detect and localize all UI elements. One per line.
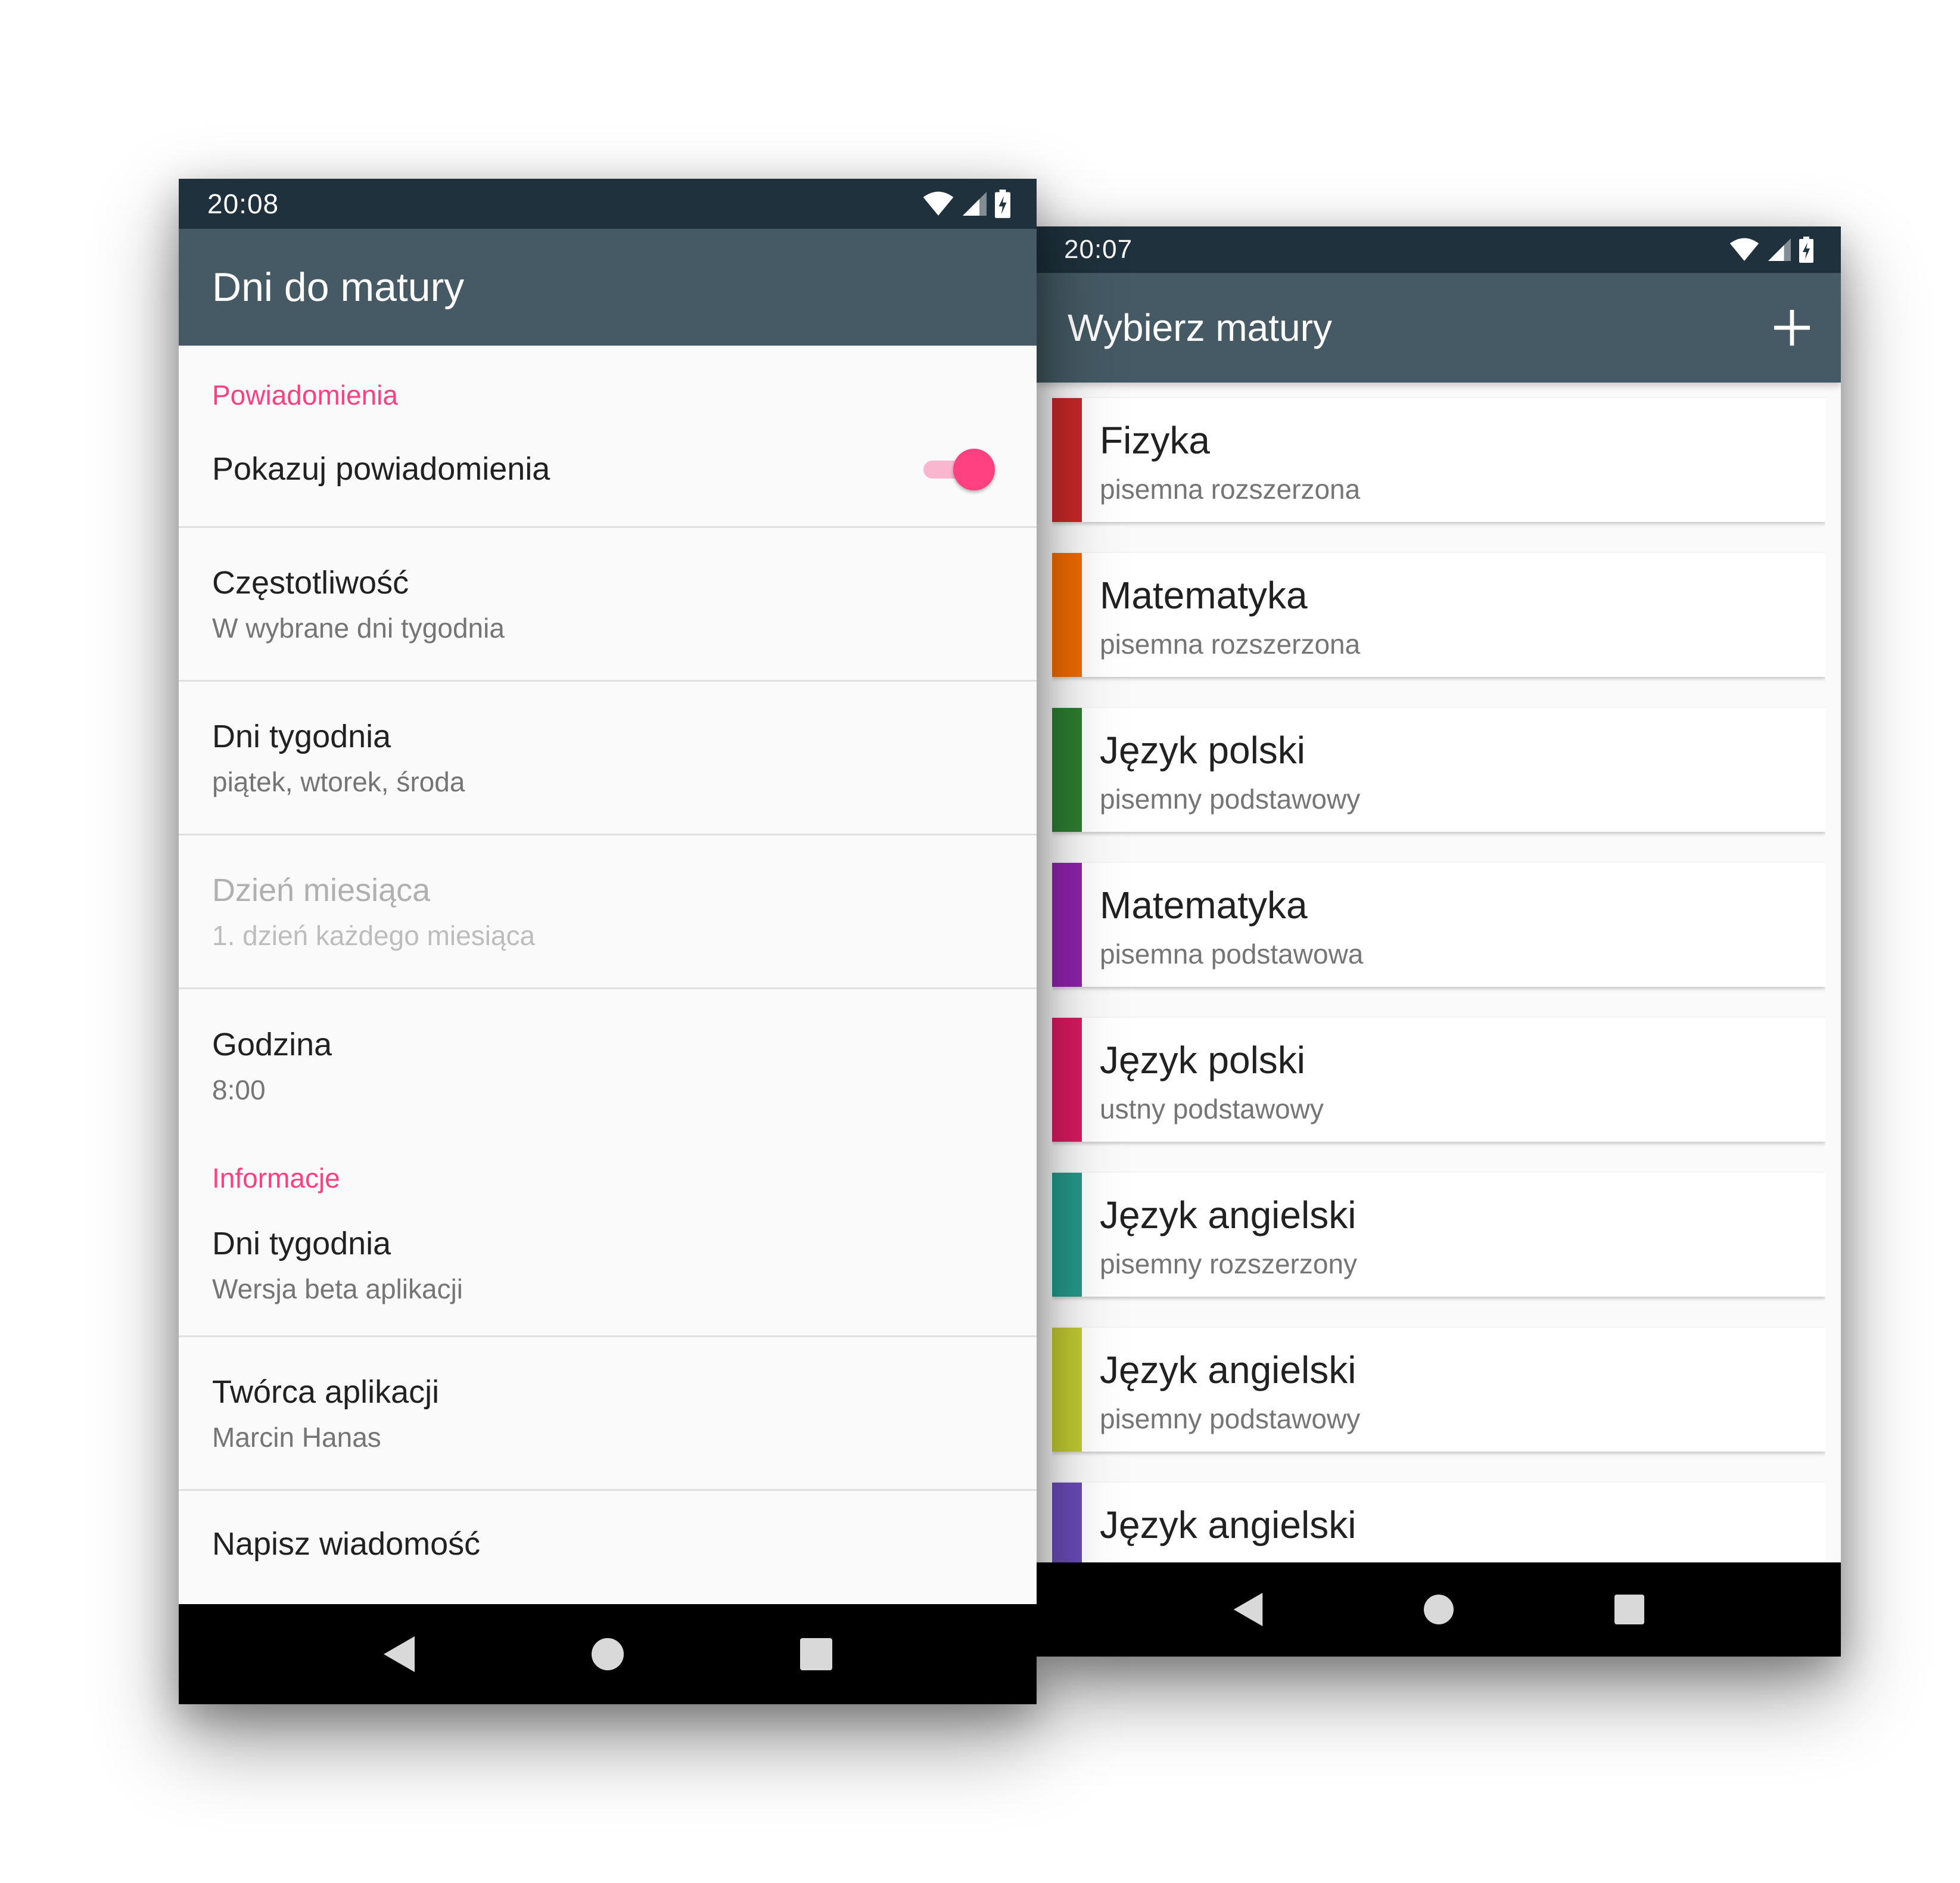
cell-signal-icon [963,192,987,216]
app-title: Dni do matury [212,265,465,310]
pref-author[interactable]: Twórca aplikacji Marcin Hanas [179,1337,1037,1491]
exam-card[interactable]: Matematyka pisemna rozszerzona [1052,553,1825,677]
section-header-notifications: Powiadomienia [212,380,398,411]
exam-name: Język angielski [1100,1503,1357,1546]
recents-button[interactable] [1609,1589,1650,1630]
plus-icon [1774,310,1810,346]
exam-card[interactable]: Język polski ustny podstawowy [1052,1018,1825,1142]
exam-card[interactable]: Matematyka pisemna podstawowa [1052,863,1825,987]
exam-card[interactable]: Język angielski pisemny podstawowy [1052,1328,1825,1452]
home-button[interactable] [587,1633,629,1675]
pref-hour[interactable]: Godzina 8:00 [179,989,1037,1143]
pref-frequency[interactable]: Częstotliwość W wybrane dni tygodnia [179,528,1037,682]
status-time: 20:08 [207,188,279,219]
status-icons [922,189,1010,218]
app-bar: Dni do matury [179,229,1037,346]
notifications-toggle[interactable] [923,445,995,493]
settings-list[interactable]: Powiadomienia Pokazuj powiadomienia Częs… [179,346,1037,1604]
recents-icon [800,1638,832,1670]
home-icon [592,1638,624,1670]
exam-name: Matematyka [1100,574,1308,617]
exam-color-stripe [1052,398,1082,522]
pref-title: Napisz wiadomość [212,1526,481,1562]
recents-icon [1614,1595,1644,1624]
exam-type: pisemna podstawowa [1100,939,1364,970]
pref-title: Godzina [212,1027,332,1062]
pref-weekdays[interactable]: Dni tygodnia piątek, wtorek, środa [179,682,1037,835]
pref-day-of-month: Dzień miesiąca 1. dzień każdego miesiąca [179,835,1037,989]
status-time: 20:07 [1064,235,1133,264]
pref-title: Częstotliwość [212,564,409,601]
recents-button[interactable] [795,1633,837,1675]
battery-charging-icon [995,189,1010,218]
exam-type: pisemny podstawowy [1100,1403,1361,1434]
exam-type: pisemna rozszerzona [1100,629,1361,660]
navigation-bar [1037,1562,1841,1657]
exam-name: Fizyka [1100,419,1210,462]
exam-card[interactable]: Język angielski pisemny rozszerzony [1052,1173,1825,1297]
exam-type: pisemna rozszerzona [1100,474,1361,505]
pref-summary: 1. dzień każdego miesiąca [212,919,536,951]
battery-charging-icon [1799,237,1813,263]
app-title: Wybierz matury [1068,306,1332,349]
exam-name: Język polski [1100,729,1305,772]
exam-name: Język angielski [1100,1348,1357,1391]
settings-screen: 20:08 Dni do matury Powiadomienia Pokazu… [179,179,1037,1704]
exam-type: ustny podstawowy [1100,1093,1324,1124]
home-icon [1424,1595,1454,1624]
exam-card[interactable]: Język polski pisemny podstawowy [1052,708,1825,832]
app-bar: Wybierz matury [1037,273,1841,383]
exam-color-stripe [1052,1483,1082,1562]
back-icon [1233,1593,1263,1626]
exam-color-stripe [1052,708,1082,832]
pref-title: Twórca aplikacji [212,1374,440,1410]
back-button[interactable] [1227,1589,1269,1630]
exam-picker-screen: 20:07 Wybierz matury Fizyka pisemna rozsz… [1037,226,1841,1657]
exam-name: Język polski [1100,1039,1305,1082]
add-exam-button[interactable] [1768,304,1816,352]
exam-color-stripe [1052,1328,1082,1452]
exam-color-stripe [1052,1018,1082,1142]
status-bar: 20:07 [1037,226,1841,273]
exam-color-stripe [1052,553,1082,677]
wifi-icon [1729,238,1759,261]
navigation-bar [179,1604,1037,1704]
exam-type: pisemny rozszerzony [1100,1248,1358,1279]
cell-signal-icon [1768,238,1791,261]
pref-summary: Wersja beta aplikacji [212,1273,463,1304]
pref-title: Pokazuj powiadomienia [212,450,550,487]
pref-summary: W wybrane dni tygodnia [212,612,505,644]
wifi-icon [923,191,954,216]
pref-title: Dzień miesiąca [212,872,431,908]
pref-title: Dni tygodnia [212,718,391,754]
pref-version[interactable]: Dni tygodnia Wersja beta aplikacji [179,1194,1037,1337]
status-icons [1729,236,1813,263]
pref-summary: Marcin Hanas [212,1421,381,1453]
pref-summary: 8:00 [212,1074,266,1105]
exam-name: Matematyka [1100,884,1308,927]
exam-list[interactable]: Fizyka pisemna rozszerzona Matematyka pisem… [1052,383,1825,1562]
pref-send-message[interactable]: Napisz wiadomość [179,1491,1037,1604]
back-button[interactable] [378,1633,420,1675]
pref-title: Dni tygodnia [212,1225,391,1261]
back-icon [384,1636,415,1672]
exam-type: pisemny podstawowy [1100,784,1361,815]
switch-thumb [953,448,995,490]
exam-card[interactable]: Fizyka pisemna rozszerzona [1052,398,1825,522]
exam-card[interactable]: Język angielski [1052,1483,1825,1562]
exam-color-stripe [1052,1173,1082,1297]
home-button[interactable] [1418,1589,1460,1630]
status-bar: 20:08 [179,179,1037,229]
pref-show-notifications[interactable]: Pokazuj powiadomienia [179,411,1037,528]
exam-name: Język angielski [1100,1194,1357,1236]
pref-summary: piątek, wtorek, środa [212,766,465,797]
section-header-info: Informacje [212,1163,340,1194]
exam-color-stripe [1052,863,1082,987]
